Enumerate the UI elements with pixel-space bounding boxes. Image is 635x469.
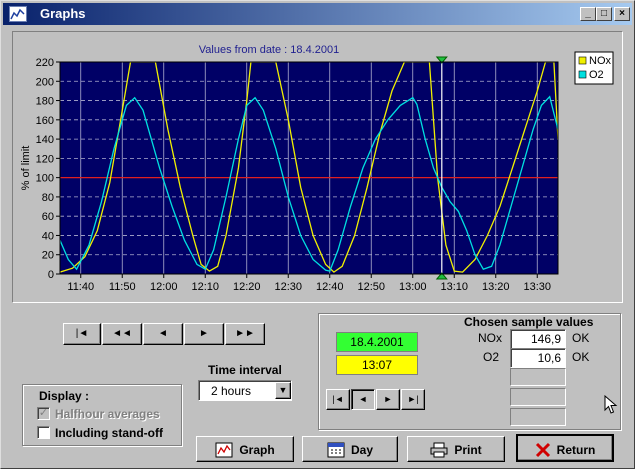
chart-title: Values from date : 18.4.2001 [199, 44, 339, 56]
o2-label: O2 [483, 350, 500, 364]
empty-value-field-2 [510, 388, 566, 406]
y-tick-label: 160 [36, 115, 54, 127]
x-tick-label: 11:50 [109, 281, 136, 293]
y-tick-label: 0 [48, 269, 54, 281]
window-title: Graphs [40, 6, 86, 21]
graph-button[interactable]: Graph [196, 436, 294, 462]
x-tick-label: 12:40 [316, 281, 344, 293]
rewind-button[interactable]: ◄◄ [102, 323, 142, 345]
y-tick-label: 100 [36, 173, 54, 185]
title-bar[interactable]: Graphs _ □ × [3, 3, 632, 25]
maximize-icon: □ [600, 8, 608, 19]
sample-time-field: 13:07 [336, 355, 418, 375]
return-button[interactable]: Return [516, 434, 614, 462]
maximize-button[interactable]: □ [596, 7, 612, 21]
dropdown-arrow-icon[interactable]: ▼ [275, 382, 291, 399]
minimize-button[interactable]: _ [580, 7, 596, 21]
y-tick-label: 80 [42, 192, 54, 204]
empty-value-field-3 [510, 408, 566, 426]
y-tick-label: 20 [42, 250, 54, 262]
return-x-icon [535, 442, 550, 457]
o2-value-field: 10,6 [510, 348, 566, 368]
day-button[interactable]: Day [302, 436, 398, 462]
print-button[interactable]: Print [407, 436, 505, 462]
close-icon: × [619, 8, 625, 19]
x-tick-label: 12:00 [150, 281, 178, 293]
nox-label: NOx [478, 331, 502, 345]
sample-back-button[interactable]: ◄ [351, 389, 375, 410]
graphs-window: Graphs _ □ × Values from date : 18.4.200… [0, 0, 635, 469]
halfhour-checkbox[interactable]: ✓ [37, 407, 50, 420]
display-title: Display : [39, 389, 90, 403]
time-interval-value: 2 hours [211, 384, 252, 398]
halfhour-label: Halfhour averages [55, 407, 160, 421]
graph-icon [215, 442, 233, 458]
back-button[interactable]: ◄ [143, 323, 183, 345]
empty-value-field-1 [510, 368, 566, 386]
o2-status: OK [572, 350, 590, 364]
nox-status: OK [572, 331, 590, 345]
sample-forward-button[interactable]: ► [376, 389, 400, 410]
y-tick-label: 180 [36, 96, 54, 108]
x-tick-label: 12:10 [191, 281, 219, 293]
app-icon [9, 6, 27, 22]
mouse-cursor-icon [604, 395, 618, 414]
legend-swatch [578, 56, 587, 65]
standoff-checkbox[interactable] [37, 426, 50, 439]
x-tick-label: 12:20 [233, 281, 261, 293]
x-tick-label: 13:10 [440, 281, 468, 293]
y-tick-label: 60 [42, 211, 54, 223]
y-tick-label: 200 [36, 76, 54, 88]
time-interval-select[interactable]: 2 hours ▼ [198, 380, 292, 401]
calendar-icon [327, 442, 345, 458]
x-tick-label: 13:30 [523, 281, 551, 293]
y-tick-label: 220 [36, 57, 54, 69]
sample-date-field: 18.4.2001 [336, 332, 418, 352]
close-button[interactable]: × [614, 7, 630, 21]
sample-last-button[interactable]: ►| [401, 389, 425, 410]
time-interval-label: Time interval [208, 363, 282, 377]
sample-values-title: Chosen sample values [464, 315, 594, 329]
x-tick-label: 13:20 [482, 281, 510, 293]
nox-value-field: 146,9 [510, 329, 566, 349]
x-tick-label: 13:00 [399, 281, 427, 293]
fast-forward-button[interactable]: ►► [225, 323, 265, 345]
minimize-icon: _ [585, 8, 591, 19]
standoff-label: Including stand-off [55, 426, 163, 440]
x-tick-label: 11:40 [67, 281, 94, 293]
printer-icon [430, 442, 448, 458]
forward-button[interactable]: ► [184, 323, 224, 345]
legend-swatch [578, 70, 587, 79]
legend-label: O2 [589, 69, 604, 81]
legend-label: NOx [589, 55, 612, 67]
y-tick-label: 140 [36, 134, 54, 146]
sample-first-button[interactable]: |◄ [326, 389, 350, 410]
y-axis-label: % of limit [20, 146, 32, 191]
x-tick-label: 12:30 [274, 281, 302, 293]
y-tick-label: 40 [42, 230, 54, 242]
first-button[interactable]: |◄ [63, 323, 101, 345]
x-tick-label: 12:50 [357, 281, 385, 293]
chart-panel: Values from date : 18.4.2001 % of limit 0 2… [12, 31, 623, 303]
line-chart: Values from date : 18.4.2001 % of limit 0 2… [20, 44, 614, 293]
y-tick-label: 120 [36, 153, 54, 165]
